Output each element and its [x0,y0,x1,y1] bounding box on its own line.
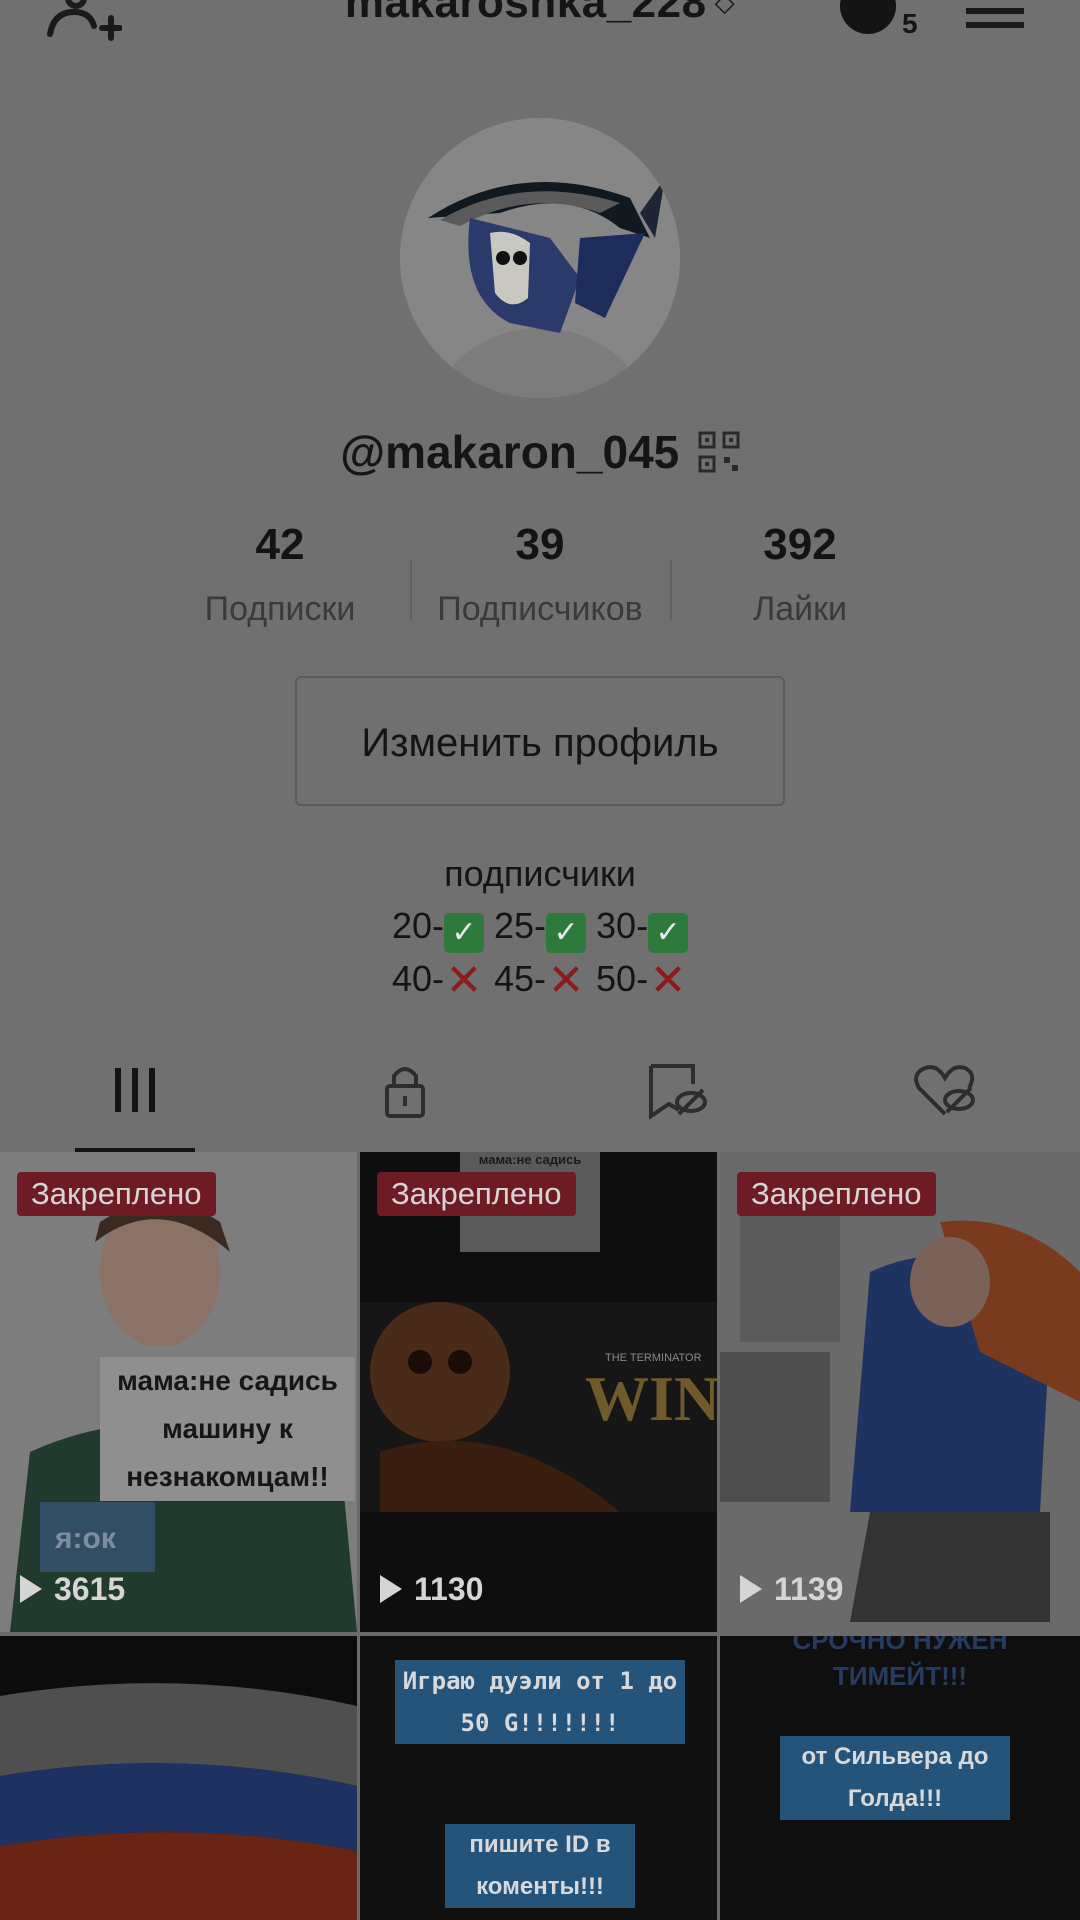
lock-icon[interactable] [365,1060,445,1120]
video-caption: Играю дуэли от 1 до 50 G!!!!!!! [395,1660,685,1744]
chevron-down-icon: ◇ [714,0,736,17]
check-mark-icon: ✓ [648,913,689,953]
cross-mark-icon: ✕ [547,956,585,1005]
video-caption-secondary: пишите ID в коменты!!! [445,1824,635,1908]
hamburger-menu-icon[interactable] [966,0,1026,36]
qr-code-icon[interactable] [698,431,740,473]
view-count-value: 3615 [54,1571,126,1607]
bio-milestone: 25- [493,905,547,946]
bio-milestone: 30- [596,905,649,946]
view-count-value: 1139 [774,1571,844,1607]
avatar[interactable] [400,118,680,398]
play-icon [380,1575,402,1603]
view-count: 1139 [740,1571,843,1608]
video-thumbnail[interactable]: Играю дуэли от 1 до 50 G!!!!!!! пишите I… [360,1636,717,1920]
grid-divider [357,1152,360,1920]
play-icon [20,1575,42,1603]
video-thumbnail-image [0,1636,357,1920]
profile-page: makaroshka_228 ◇ 5 @makaron_045 42 Подпи… [0,0,1080,1920]
username-title: makaroshka_228 [344,0,707,27]
video-overlay-text: я:ок [55,1522,116,1555]
likes-label: Лайки [752,590,848,628]
profile-tabs [0,1040,1080,1153]
bookmark-hidden-icon[interactable] [635,1060,715,1120]
video-top-caption: мама:не садись [478,1152,582,1167]
bio-milestone: 20- [391,905,444,946]
check-mark-icon: ✓ [546,913,587,953]
profile-bio: подписчики 20- ✓ 25- ✓ 30- ✓ 40-✕ 45-✕ 50-✕ [0,848,1080,1005]
video-overlay-title: WINS [585,1363,717,1434]
bio-milestone: 45- [493,958,547,999]
reaper-logo-image [400,118,680,398]
following-label: Подписки [204,590,356,628]
stat-following[interactable]: 42 Подписки [150,520,410,629]
notification-count: 5 [902,8,918,39]
videos-grid-icon[interactable] [95,1060,175,1120]
video-thumbnail[interactable]: мама:не садись THE TERMINATOR WINS Закре… [360,1152,717,1632]
video-thumbnail[interactable]: СРОЧНО НУЖЕН ТИМЕЙТ!!! от Сильвера до Го… [720,1636,1080,1920]
grid-divider [0,1632,1080,1636]
followers-count: 39 [515,520,565,569]
stat-followers[interactable]: 39 Подписчиков [410,520,670,629]
handle-row: @makaron_045 [0,425,1080,479]
stat-likes[interactable]: 392 Лайки [670,520,930,629]
bio-milestone: 50- [596,958,649,999]
top-bar: makaroshka_228 ◇ 5 [0,0,1080,60]
grid-divider [717,1152,720,1920]
bio-line-2: 40-✕ 45-✕ 50-✕ [0,953,1080,1005]
heart-hidden-icon[interactable] [905,1060,985,1120]
edit-profile-button[interactable]: Изменить профиль [295,676,785,806]
video-thumbnail[interactable]: Закреплено 1139 [720,1152,1080,1632]
cross-mark-icon: ✕ [649,956,687,1005]
account-switcher[interactable]: makaroshka_228 ◇ [0,0,1080,28]
profile-handle: @makaron_045 [340,426,680,478]
pinned-badge: Закреплено [17,1172,216,1216]
bio-milestone: 40- [391,958,444,999]
video-grid: мама:не садись машину к незнакомцам!! я:… [0,1152,1080,1920]
bio-line-1: 20- ✓ 25- ✓ 30- ✓ [0,900,1080,953]
video-thumbnail-image [720,1152,1080,1632]
profile-stats: 42 Подписки 39 Подписчиков 392 Лайки [150,520,930,640]
following-count: 42 [255,520,305,569]
video-thumbnail[interactable] [0,1636,357,1920]
moon-icon[interactable] [838,0,902,40]
video-thumbnail[interactable]: мама:не садись машину к незнакомцам!! я:… [0,1152,357,1632]
followers-label: Подписчиков [437,590,643,628]
play-icon [740,1575,762,1603]
bio-title: подписчики [444,853,636,894]
pinned-badge: Закреплено [737,1172,936,1216]
view-count: 3615 [20,1571,125,1608]
check-mark-icon: ✓ [443,913,484,953]
video-caption-secondary: от Сильвера до Голда!!! [780,1736,1010,1820]
cross-mark-icon: ✕ [445,956,483,1005]
video-caption: мама:не садись машину к незнакомцам!! [100,1357,355,1501]
likes-count: 392 [763,520,837,569]
view-count-value: 1130 [414,1571,484,1607]
video-caption: СРОЧНО НУЖЕН ТИМЕЙТ!!! [792,1636,1008,1691]
view-count: 1130 [380,1571,483,1608]
pinned-badge: Закреплено [377,1172,576,1216]
